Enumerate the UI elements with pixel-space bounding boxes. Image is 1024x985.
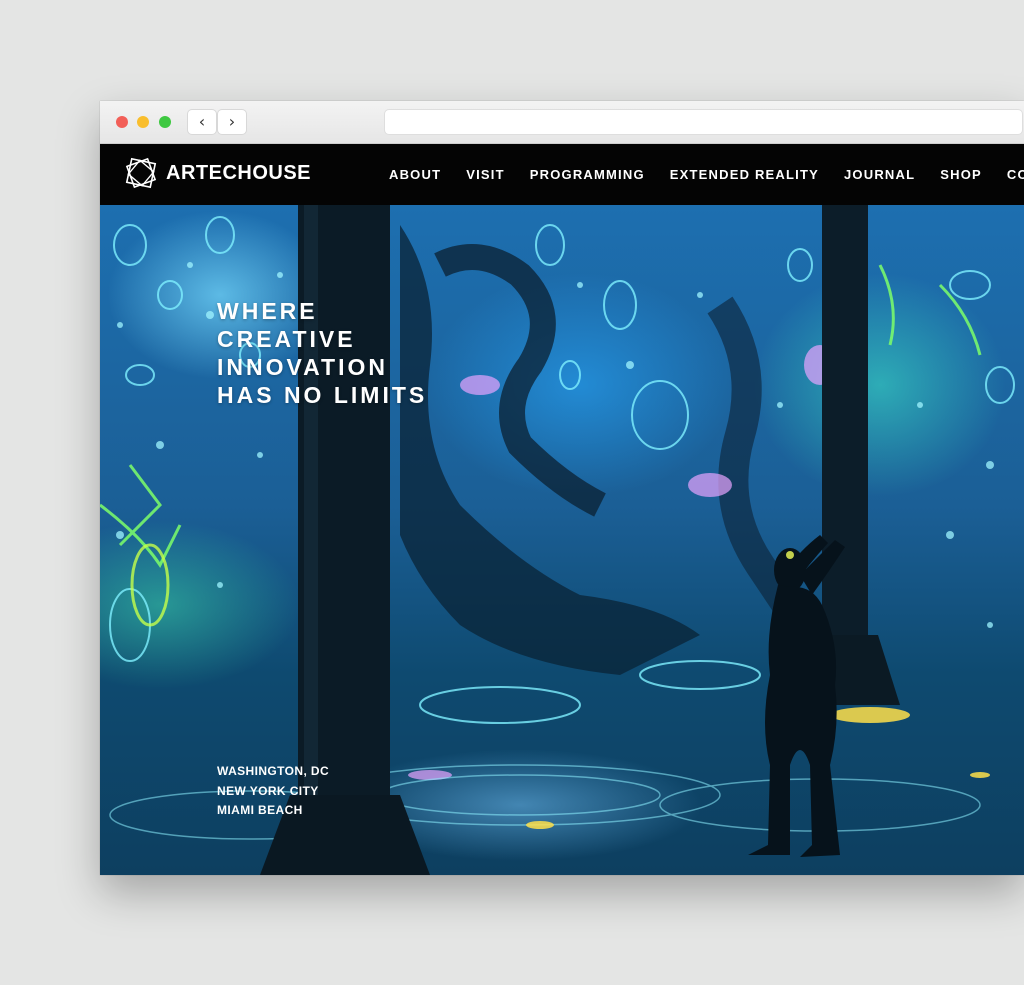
nav-programming[interactable]: PROGRAMMING <box>530 167 645 182</box>
address-bar[interactable] <box>385 110 1022 134</box>
nav-about[interactable]: ABOUT <box>389 167 441 182</box>
nav-visit[interactable]: VISIT <box>466 167 505 182</box>
forward-button[interactable]: › <box>218 110 246 134</box>
chevron-right-icon: › <box>228 112 236 131</box>
minimize-window-button[interactable] <box>137 116 149 128</box>
location-washington[interactable]: WASHINGTON, DC <box>217 762 329 782</box>
tagline-line: HAS NO LIMITS <box>217 382 428 408</box>
location-miami-beach[interactable]: MIAMI BEACH <box>217 801 329 821</box>
tagline-line: CREATIVE <box>217 326 356 352</box>
close-window-button[interactable] <box>116 116 128 128</box>
nav-extended-reality[interactable]: EXTENDED REALITY <box>670 167 819 182</box>
locations-list: WASHINGTON, DC NEW YORK CITY MIAMI BEACH <box>217 762 329 821</box>
browser-toolbar: ‹ › <box>100 101 1024 144</box>
hero-tagline: WHERE CREATIVE INNOVATION HAS NO LIMITS <box>217 297 427 409</box>
tagline-line: WHERE <box>217 298 318 324</box>
chevron-left-icon: ‹ <box>198 112 206 131</box>
tagline-line: INNOVATION <box>217 354 388 380</box>
nav-journal[interactable]: JOURNAL <box>844 167 915 182</box>
brand-name: ARTECHOUSE <box>166 161 312 184</box>
hero-section: WHERE CREATIVE INNOVATION HAS NO LIMITS … <box>100 205 1024 875</box>
back-button[interactable]: ‹ <box>188 110 216 134</box>
nav-shop[interactable]: SHOP <box>940 167 982 182</box>
nav-contact[interactable]: CONT <box>1007 167 1024 182</box>
site-header: ARTECHOUSE ABOUT VISIT PROGRAMMING EXTEN… <box>100 144 1024 205</box>
browser-window: ‹ › ARTECHOUSE ABOUT VISIT PROGRAMMING E… <box>100 101 1024 875</box>
main-nav: ABOUT VISIT PROGRAMMING EXTENDED REALITY… <box>389 144 1024 205</box>
site-logo[interactable]: ARTECHOUSE <box>122 154 311 192</box>
location-new-york[interactable]: NEW YORK CITY <box>217 782 329 802</box>
maximize-window-button[interactable] <box>159 116 171 128</box>
artechouse-logo-icon <box>125 157 157 189</box>
